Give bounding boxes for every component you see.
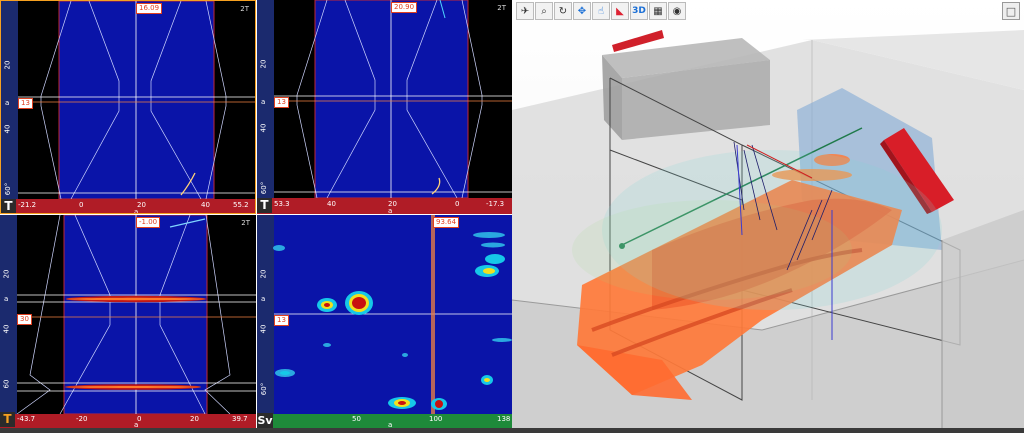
3d-corner-cube-icon[interactable]: □ [1002, 2, 1020, 20]
bottom-axis-label: 20 [190, 415, 199, 423]
cursor-label-top: 20.90 [391, 2, 418, 13]
cursor-label-side: 30 [17, 314, 32, 325]
bottom-axis-label: 40 [201, 201, 210, 209]
axis-left-unit: a [261, 98, 266, 106]
bottom-axis-unit: a [134, 421, 139, 428]
eye-icon[interactable]: ◉ [668, 2, 686, 20]
axis-left-label: 40 [3, 124, 12, 134]
axis-left-unit: a [261, 295, 266, 303]
status-strip [0, 428, 1024, 433]
corner-label: 2T [241, 219, 250, 227]
pane-bottom-right[interactable]: 93.64 13 20 40 60° a 50 100 138 a Sv [257, 215, 512, 428]
rotate-icon[interactable]: ↻ [554, 2, 572, 20]
axis-left-label: 20 [259, 269, 268, 279]
bottom-axis-label: 138 [497, 415, 511, 423]
cursor-label-side: 13 [18, 98, 33, 109]
bottom-axis-label: 39.7 [232, 415, 248, 423]
axis-left-label: 40 [2, 324, 11, 334]
axis-left-label: 40 [259, 324, 268, 334]
bottom-axis-label: 0 [455, 200, 460, 208]
axis-left-label: 60° [260, 382, 269, 396]
pan-icon[interactable]: ✥ [573, 2, 591, 20]
layers-icon-glyph: ▦ [653, 5, 663, 17]
pane-top-right[interactable]: 20.90 13 2T 20 40 60° a 53.3 40 20 0 -17… [257, 0, 512, 214]
axis-left-unit: a [4, 295, 9, 303]
axis-left-label: 20 [3, 60, 12, 70]
axis-left-label: 60 [2, 379, 11, 389]
scan-top-right [257, 0, 512, 214]
cursor-label-side: 13 [274, 315, 289, 326]
view3d-icon[interactable]: 3D [630, 2, 648, 20]
cursor-label-top: -1.00 [136, 217, 161, 228]
bottom-axis-label: 0 [79, 201, 84, 209]
zoom-icon-glyph: ⌕ [541, 5, 547, 17]
bulb-icon-glyph: ✈ [520, 5, 530, 17]
eraser-icon[interactable]: ◣ [611, 2, 629, 20]
3d-toolbar: ✈ ⌕ ↻ ✥ ☝ ◣ 3D ▦ ◉ [516, 2, 686, 24]
corner-label: 2T [240, 5, 249, 13]
bulb-icon[interactable]: ✈ [516, 2, 534, 20]
scan-bottom-right [257, 215, 512, 428]
scan-top-left [1, 1, 255, 213]
bottom-axis-label: 40 [327, 200, 336, 208]
scan-mode-badge[interactable]: T [0, 412, 15, 427]
bottom-axis-label: 100 [429, 415, 443, 423]
select-icon-glyph: ☝ [597, 5, 605, 17]
3d-view[interactable]: □ [512, 0, 1024, 430]
pan-icon-glyph: ✥ [577, 5, 587, 17]
bottom-axis-label: -43.7 [17, 415, 36, 423]
bottom-axis-unit: a [134, 208, 139, 214]
axis-left-label: 40 [259, 123, 268, 133]
axis-left-label: 20 [2, 269, 11, 279]
pane-top-left[interactable]: 16.09 13 2T 20 40 60° a -21.2 0 20 40 55… [0, 0, 256, 214]
layers-icon[interactable]: ▦ [649, 2, 667, 20]
scan-mode-badge[interactable]: Sv [257, 413, 273, 428]
bottom-axis-label: -17.3 [486, 200, 505, 208]
axis-left-label: 20 [259, 59, 268, 69]
cursor-label-top: 16.09 [136, 3, 163, 14]
bottom-axis-label: 53.3 [274, 200, 290, 208]
bottom-axis-label: 50 [352, 415, 361, 423]
bottom-axis-label: -20 [76, 415, 88, 423]
rotate-icon-glyph: ↻ [558, 5, 568, 17]
pane-bottom-left[interactable]: -1.00 30 2T 20 40 60 a -43.7 -20 0 20 39… [0, 215, 256, 428]
axis-left-label: 60° [260, 181, 269, 195]
bottom-axis-label: 55.2 [233, 201, 249, 209]
ut-inspection-app: 16.09 13 2T 20 40 60° a -21.2 0 20 40 55… [0, 0, 1024, 433]
eraser-icon-glyph: ◣ [616, 5, 624, 17]
scan-bottom-left [0, 215, 256, 428]
view3d-icon-glyph: 3D [632, 6, 646, 16]
axis-left-unit: a [5, 99, 10, 107]
corner-label: 2T [497, 4, 506, 12]
bottom-axis-label: -21.2 [18, 201, 37, 209]
bottom-axis-unit: a [388, 421, 393, 428]
scan-mode-badge[interactable]: T [257, 198, 272, 213]
bottom-axis-unit: a [388, 207, 393, 214]
scan-mode-badge[interactable]: T [1, 199, 16, 213]
3d-model-render [512, 0, 1024, 430]
cursor-label-top: 93.64 [433, 217, 460, 228]
bottom-axis-label: 20 [137, 201, 146, 209]
eye-icon-glyph: ◉ [672, 5, 682, 17]
select-icon[interactable]: ☝ [592, 2, 610, 20]
zoom-icon[interactable]: ⌕ [535, 2, 553, 20]
cursor-label-side: 13 [274, 97, 289, 108]
axis-left-label: 60° [4, 182, 13, 196]
